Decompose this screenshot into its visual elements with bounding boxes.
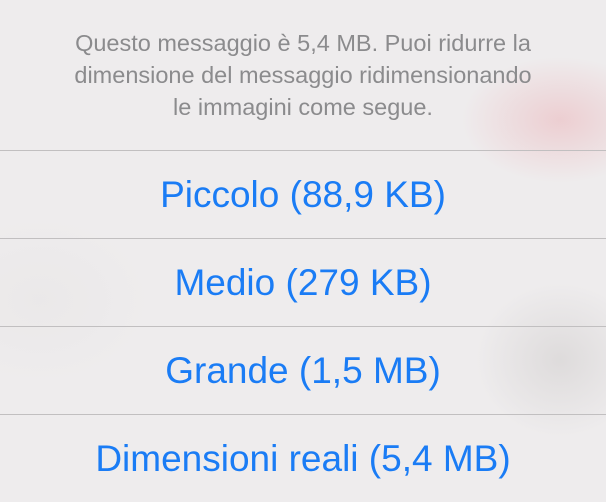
message-line-3: le immagini come segue. bbox=[173, 94, 433, 120]
action-sheet-message: Questo messaggio è 5,4 MB. Puoi ridurre … bbox=[0, 0, 606, 150]
option-medium-button[interactable]: Medio (279 KB) bbox=[0, 239, 606, 326]
option-large-button[interactable]: Grande (1,5 MB) bbox=[0, 327, 606, 414]
option-actual-size-label: Dimensioni reali (5,4 MB) bbox=[95, 437, 511, 479]
option-small-label: Piccolo (88,9 KB) bbox=[160, 173, 446, 215]
image-size-action-sheet: Questo messaggio è 5,4 MB. Puoi ridurre … bbox=[0, 0, 606, 502]
option-large-label: Grande (1,5 MB) bbox=[165, 349, 441, 391]
message-line-1: Questo messaggio è 5,4 MB. Puoi ridurre … bbox=[75, 30, 531, 56]
option-actual-size-button[interactable]: Dimensioni reali (5,4 MB) bbox=[0, 415, 606, 502]
option-medium-label: Medio (279 KB) bbox=[174, 261, 432, 303]
option-small-button[interactable]: Piccolo (88,9 KB) bbox=[0, 151, 606, 238]
message-line-2: dimensione del messaggio ridimensionando bbox=[74, 62, 532, 88]
